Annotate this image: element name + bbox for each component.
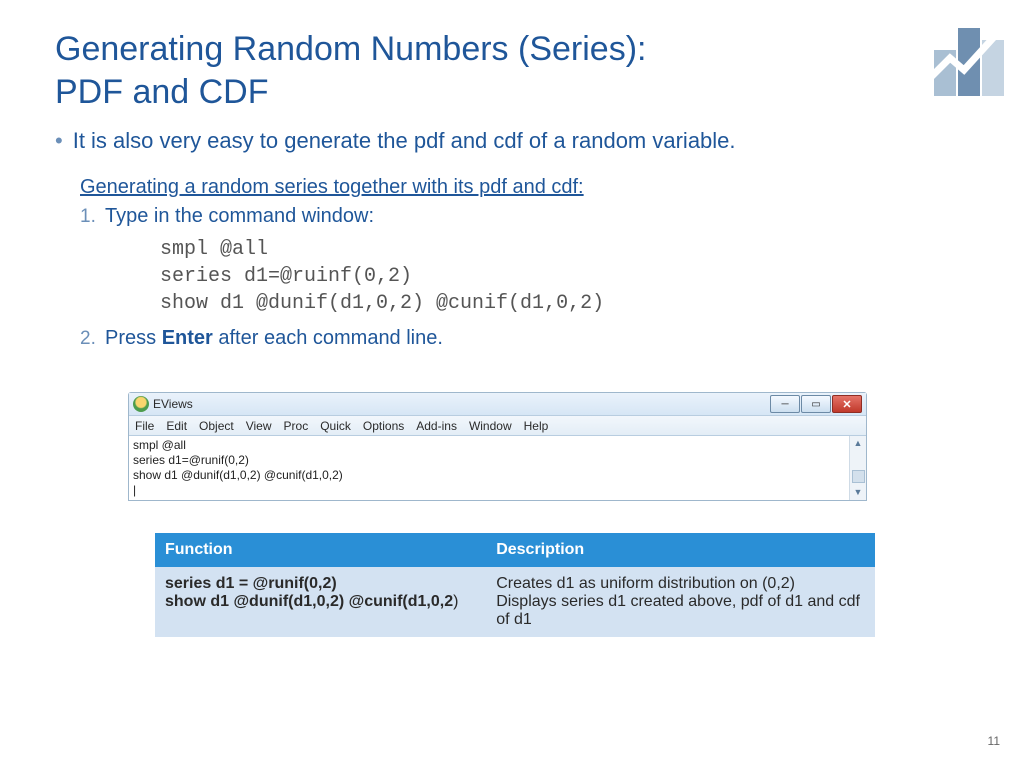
header-description: Description: [486, 533, 875, 567]
intro-bullet: • It is also very easy to generate the p…: [55, 128, 736, 154]
menu-object[interactable]: Object: [199, 419, 234, 433]
menu-view[interactable]: View: [246, 419, 272, 433]
table-row: series d1 = @runif(0,2) show d1 @dunif(d…: [155, 567, 875, 637]
title-line-1: Generating Random Numbers (Series):: [55, 30, 646, 68]
menu-help[interactable]: Help: [524, 419, 549, 433]
eviews-menubar: File Edit Object View Proc Quick Options…: [129, 416, 866, 436]
menu-addins[interactable]: Add-ins: [416, 419, 457, 433]
step-2: 2. Press Enter after each command line.: [80, 327, 940, 350]
chart-logo-icon: [920, 14, 1010, 104]
maximize-button[interactable]: ▭: [801, 395, 831, 413]
title-line-2: PDF and CDF: [55, 73, 269, 111]
menu-file[interactable]: File: [135, 419, 154, 433]
subheading: Generating a random series together with…: [80, 176, 584, 199]
eviews-app-icon: [133, 396, 149, 412]
intro-text: It is also very easy to generate the pdf…: [73, 128, 736, 154]
function-cell: series d1 = @runif(0,2) show d1 @dunif(d…: [155, 567, 486, 637]
step-2-text: Press Enter after each command line.: [105, 327, 443, 350]
slide-title: Generating Random Numbers (Series): PDF …: [55, 28, 646, 113]
step-1: 1. Type in the command window:: [80, 205, 940, 228]
description-cell: Creates d1 as uniform distribution on (0…: [486, 567, 875, 637]
function-table: Function Description series d1 = @runif(…: [155, 533, 875, 637]
eviews-titlebar: EViews ─ ▭ ✕: [129, 393, 866, 416]
menu-options[interactable]: Options: [363, 419, 404, 433]
minimize-button[interactable]: ─: [770, 395, 800, 413]
eviews-window-title: EViews: [153, 397, 193, 411]
menu-quick[interactable]: Quick: [320, 419, 351, 433]
eviews-window: EViews ─ ▭ ✕ File Edit Object View Proc …: [128, 392, 867, 501]
header-function: Function: [155, 533, 486, 567]
page-number: 11: [988, 734, 1000, 748]
eviews-command-area[interactable]: smpl @all series d1=@runif(0,2) show d1 …: [129, 436, 866, 500]
menu-edit[interactable]: Edit: [166, 419, 187, 433]
numbered-steps: 1. Type in the command window: smpl @all…: [80, 205, 940, 356]
step-2-marker: 2.: [80, 328, 105, 350]
step-1-marker: 1.: [80, 206, 105, 228]
menu-window[interactable]: Window: [469, 419, 512, 433]
step-1-text: Type in the command window:: [105, 205, 374, 228]
menu-proc[interactable]: Proc: [284, 419, 309, 433]
close-button[interactable]: ✕: [832, 395, 862, 413]
window-controls: ─ ▭ ✕: [770, 395, 866, 413]
code-example: smpl @all series d1=@ruinf(0,2) show d1 …: [160, 236, 940, 317]
table-header-row: Function Description: [155, 533, 875, 567]
bullet-dot-icon: •: [55, 130, 63, 152]
